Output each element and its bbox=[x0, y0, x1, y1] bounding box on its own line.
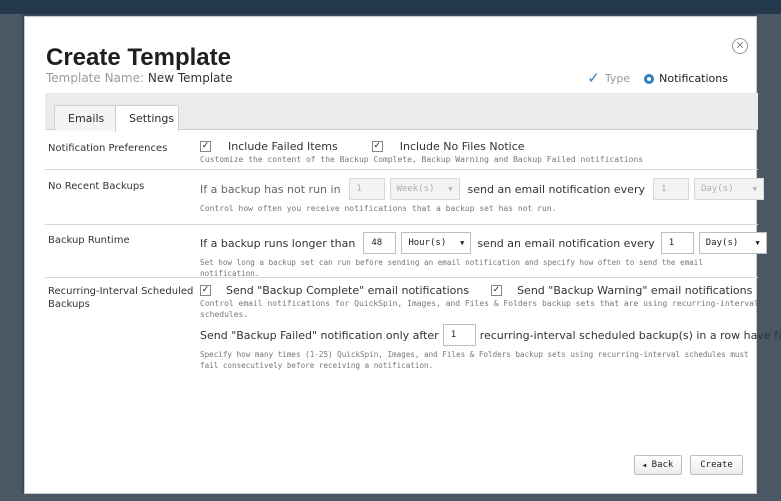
no-recent-unit-select[interactable]: Week(s) ▼ bbox=[389, 178, 460, 200]
app-header-background bbox=[0, 0, 781, 14]
template-name-label: Template Name: bbox=[46, 71, 145, 85]
chevron-down-icon: ▼ bbox=[448, 185, 453, 193]
section-recurring-interval: Recurring-Interval Scheduled Backups ✓ S… bbox=[45, 278, 781, 398]
recurring-interval-body: ✓ Send "Backup Complete" email notificat… bbox=[200, 284, 781, 371]
back-button-label: Back bbox=[651, 460, 674, 470]
runtime-value-input[interactable]: 48 bbox=[363, 232, 397, 254]
runtime-every-unit-select[interactable]: Day(s) ▼ bbox=[698, 232, 767, 254]
tab-emails[interactable]: Emails bbox=[54, 105, 117, 131]
recurring-help-1-line2: schedules. bbox=[200, 310, 249, 319]
send-complete-label: Send "Backup Complete" email notificatio… bbox=[226, 284, 470, 297]
section-notification-preferences: Notification Preferences ✓ Include Faile… bbox=[45, 136, 758, 170]
include-failed-items-checkbox[interactable]: ✓ bbox=[200, 141, 211, 152]
include-failed-items-label: Include Failed Items bbox=[228, 140, 338, 153]
notification-preferences-body: ✓ Include Failed Items ✓ Include No File… bbox=[200, 140, 643, 165]
runtime-every-unit-value: Day(s) bbox=[705, 238, 739, 248]
check-icon: ✓ bbox=[587, 69, 600, 87]
app-background-left bbox=[0, 14, 22, 501]
step-dot-icon bbox=[644, 73, 655, 84]
no-recent-backups-body: If a backup has not run in 1 Week(s) ▼ s… bbox=[200, 178, 764, 214]
no-recent-every-unit-value: Day(s) bbox=[700, 184, 734, 194]
wizard-steps: ✓ Type Notifications bbox=[587, 69, 728, 87]
no-recent-every-unit-select[interactable]: Day(s) ▼ bbox=[693, 178, 764, 200]
recurring-interval-label-line1: Recurring-Interval Scheduled bbox=[48, 286, 194, 297]
failed-text-before: Send "Backup Failed" notification only a… bbox=[200, 328, 439, 342]
create-button[interactable]: Create bbox=[690, 455, 743, 475]
step-type-label: Type bbox=[604, 72, 631, 85]
step-type[interactable]: ✓ Type bbox=[587, 69, 631, 87]
step-notifications-label: Notifications bbox=[659, 72, 728, 85]
recurring-help-2: Specify how many times (1-25) QuickSpin,… bbox=[200, 349, 781, 371]
back-button[interactable]: ◀ Back bbox=[634, 455, 682, 475]
close-icon[interactable]: ✕ bbox=[732, 38, 748, 54]
no-recent-text-middle: send an email notification every bbox=[467, 182, 645, 196]
notification-preferences-label: Notification Preferences bbox=[48, 143, 168, 154]
template-name: Template Name: New Template bbox=[46, 71, 233, 85]
no-recent-every-input[interactable]: 1 bbox=[652, 178, 689, 200]
backup-runtime-help: Set how long a backup set can run before… bbox=[200, 258, 703, 278]
app-background-bottom bbox=[0, 494, 781, 501]
section-backup-runtime: Backup Runtime If a backup runs longer t… bbox=[45, 225, 767, 278]
dialog-title: Create Template bbox=[46, 44, 231, 71]
backup-runtime-body: If a backup runs longer than 48 Hour(s) … bbox=[200, 232, 767, 279]
recurring-interval-label: Recurring-Interval Scheduled Backups bbox=[48, 285, 193, 311]
runtime-text-middle: send an email notification every bbox=[477, 236, 655, 250]
no-recent-backups-label: No Recent Backups bbox=[48, 181, 145, 192]
no-recent-text-before: If a backup has not run in bbox=[200, 182, 341, 196]
chevron-down-icon: ▼ bbox=[460, 239, 465, 247]
recurring-help-2-line2: fail consecutively before receiving a no… bbox=[200, 361, 434, 370]
send-complete-checkbox[interactable]: ✓ bbox=[200, 285, 211, 296]
create-template-dialog: ✕ Create Template Template Name: New Tem… bbox=[24, 16, 781, 494]
failed-text-after: recurring-interval scheduled backup(s) i… bbox=[479, 328, 781, 342]
step-notifications: Notifications bbox=[644, 72, 728, 85]
tab-bar: Emails Settings bbox=[45, 93, 758, 132]
section-no-recent-backups: No Recent Backups If a backup has not ru… bbox=[45, 170, 764, 225]
recurring-help-1: Control email notifications for QuickSpi… bbox=[200, 298, 781, 320]
runtime-text-before: If a backup runs longer than bbox=[200, 236, 356, 250]
chevron-down-icon: ▼ bbox=[755, 239, 760, 247]
backup-runtime-label: Backup Runtime bbox=[48, 235, 130, 246]
chevron-down-icon: ▼ bbox=[752, 185, 757, 193]
send-warning-checkbox[interactable]: ✓ bbox=[491, 285, 503, 296]
include-no-files-checkbox[interactable]: ✓ bbox=[371, 141, 383, 152]
recurring-help-2-line1: Specify how many times (1-25) QuickSpin,… bbox=[200, 350, 749, 359]
send-warning-label: Send "Backup Warning" email notification… bbox=[517, 284, 753, 297]
no-recent-backups-help: Control how often you receive notificati… bbox=[200, 204, 557, 213]
recurring-help-1-line1: Control email notifications for QuickSpi… bbox=[200, 299, 759, 308]
tab-settings[interactable]: Settings bbox=[115, 105, 179, 132]
runtime-unit-select[interactable]: Hour(s) ▼ bbox=[401, 232, 472, 254]
no-recent-value-input[interactable]: 1 bbox=[348, 178, 385, 200]
notification-preferences-help: Customize the content of the Backup Comp… bbox=[200, 155, 644, 164]
failed-count-input[interactable]: 1 bbox=[442, 324, 476, 346]
no-recent-unit-value: Week(s) bbox=[396, 184, 435, 194]
chevron-left-icon: ◀ bbox=[642, 462, 647, 469]
runtime-every-input[interactable]: 1 bbox=[660, 232, 694, 254]
recurring-interval-label-line2: Backups bbox=[48, 299, 90, 310]
template-name-value: New Template bbox=[147, 71, 233, 85]
include-no-files-label: Include No Files Notice bbox=[399, 140, 525, 153]
runtime-unit-value: Hour(s) bbox=[408, 238, 447, 248]
